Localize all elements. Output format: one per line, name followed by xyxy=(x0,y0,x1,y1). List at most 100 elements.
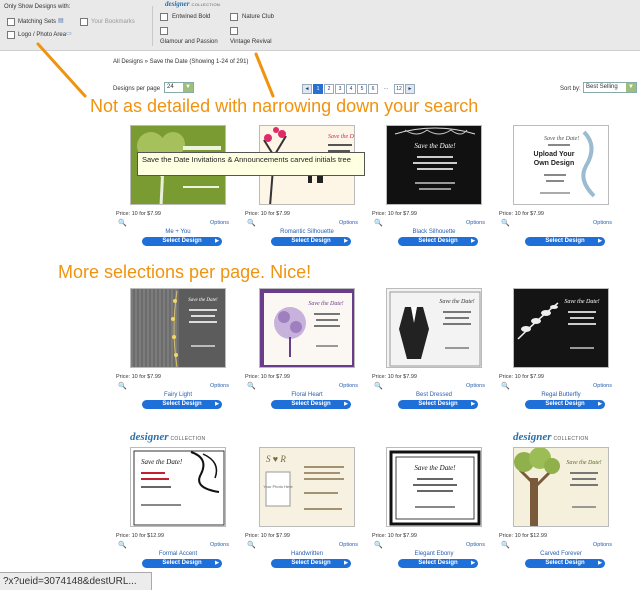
options-link[interactable]: Options xyxy=(210,383,229,389)
design-name-link[interactable]: Black Silhouette xyxy=(386,229,482,235)
design-name-link[interactable]: Elegant Ebony xyxy=(386,551,482,557)
price: Price: 10 for $7.99 xyxy=(116,374,161,380)
zoom-icon[interactable]: 🔍 xyxy=(501,541,510,549)
bookmarks-checkbox[interactable] xyxy=(80,18,88,26)
design-name-link[interactable]: Me + You xyxy=(130,229,226,235)
select-design-button[interactable]: Select Design ▶ xyxy=(271,559,351,568)
select-design-button[interactable]: Select Design ▶ xyxy=(142,237,222,246)
zoom-icon[interactable]: 🔍 xyxy=(501,219,510,227)
zoom-icon[interactable]: 🔍 xyxy=(118,382,127,390)
play-icon: ▶ xyxy=(598,401,602,407)
design-name-link[interactable]: Fairy Light xyxy=(130,392,226,398)
price: Price: 10 for $7.99 xyxy=(372,211,417,217)
select-design-button[interactable]: Select Design ▶ xyxy=(525,559,605,568)
page-2-button[interactable]: 2 xyxy=(324,84,334,94)
options-link[interactable]: Options xyxy=(466,383,485,389)
entwined-bold-checkbox[interactable] xyxy=(160,13,168,21)
options-link[interactable]: Options xyxy=(466,220,485,226)
page-4-button[interactable]: 4 xyxy=(346,84,356,94)
sort-by-select[interactable]: Best Selling ▼ xyxy=(583,82,637,93)
design-thumbnail[interactable]: Save the Date! xyxy=(386,125,482,205)
select-design-button[interactable]: Select Design ▶ xyxy=(525,400,605,409)
annotation-arrow-2 xyxy=(254,52,275,98)
prev-page-button[interactable]: ◄ xyxy=(302,84,312,94)
select-design-button[interactable]: Select Design ▶ xyxy=(271,400,351,409)
options-link[interactable]: Options xyxy=(466,542,485,548)
play-icon: ▶ xyxy=(215,401,219,407)
select-design-button[interactable]: Select Design ▶ xyxy=(398,237,478,246)
options-link[interactable]: Options xyxy=(339,542,358,548)
select-design-button[interactable]: Select Design ▶ xyxy=(142,559,222,568)
play-icon: ▶ xyxy=(344,238,348,244)
design-name-link[interactable]: Regal Butterfly xyxy=(513,392,609,398)
options-link[interactable]: Options xyxy=(210,542,229,548)
play-icon: ▶ xyxy=(471,560,475,566)
logo-photo-area-checkbox[interactable] xyxy=(7,31,15,39)
design-thumbnail[interactable]: Save the Date! Upload Your Own Design xyxy=(513,125,609,205)
design-thumbnail[interactable]: S ♥ R Your Photo Here xyxy=(259,447,355,527)
design-thumbnail[interactable]: Save the Date! xyxy=(513,447,609,527)
zoom-icon[interactable]: 🔍 xyxy=(374,541,383,549)
svg-text:Save the Date!: Save the Date! xyxy=(141,458,183,466)
zoom-icon[interactable]: 🔍 xyxy=(374,382,383,390)
zoom-icon[interactable]: 🔍 xyxy=(374,219,383,227)
design-name-link[interactable]: Best Dressed xyxy=(386,392,482,398)
zoom-icon[interactable]: 🔍 xyxy=(247,219,256,227)
play-icon: ▶ xyxy=(344,401,348,407)
options-link[interactable]: Options xyxy=(593,383,612,389)
options-link[interactable]: Options xyxy=(210,220,229,226)
svg-text:Save the Date!: Save the Date! xyxy=(414,142,456,150)
filter-heading: Only Show Designs with: xyxy=(4,4,71,10)
select-design-button[interactable]: Select Design ▶ xyxy=(525,237,605,246)
price: Price: 10 for $7.99 xyxy=(499,211,544,217)
design-thumbnail[interactable]: Save the Date! xyxy=(130,447,226,527)
annotation-selections: More selections per page. Nice! xyxy=(58,262,312,282)
select-design-button[interactable]: Select Design ▶ xyxy=(271,237,351,246)
svg-text:Save the Date!: Save the Date! xyxy=(564,299,599,305)
matching-sets-checkbox[interactable] xyxy=(7,18,15,26)
page-1-button[interactable]: 1 xyxy=(313,84,323,94)
design-name-link[interactable]: Carved Forever xyxy=(513,551,609,557)
design-name-link[interactable]: Romantic Silhouette xyxy=(259,229,355,235)
page-12-button[interactable]: 12 xyxy=(394,84,404,94)
select-design-button[interactable]: Select Design ▶ xyxy=(142,400,222,409)
svg-text:S ♥ R: S ♥ R xyxy=(266,454,286,464)
design-thumbnail[interactable]: Save the Date! xyxy=(386,288,482,368)
design-name-link[interactable]: Formal Accent xyxy=(130,551,226,557)
design-thumbnail[interactable]: Save the Date! xyxy=(130,288,226,368)
zoom-icon[interactable]: 🔍 xyxy=(247,541,256,549)
page-3-button[interactable]: 3 xyxy=(335,84,345,94)
nature-club-checkbox[interactable] xyxy=(230,13,238,21)
design-thumbnail[interactable]: Save the Date! xyxy=(259,288,355,368)
options-link[interactable]: Options xyxy=(593,542,612,548)
zoom-icon[interactable]: 🔍 xyxy=(118,219,127,227)
options-link[interactable]: Options xyxy=(339,383,358,389)
zoom-icon[interactable]: 🔍 xyxy=(501,382,510,390)
vintage-revival-checkbox[interactable] xyxy=(230,27,238,35)
zoom-icon[interactable]: 🔍 xyxy=(118,541,127,549)
zoom-icon[interactable]: 🔍 xyxy=(247,382,256,390)
price: Price: 10 for $12.99 xyxy=(116,533,165,539)
options-link[interactable]: Options xyxy=(593,220,612,226)
select-design-button[interactable]: Select Design ▶ xyxy=(398,400,478,409)
glamour-passion-checkbox[interactable] xyxy=(160,27,168,35)
entwined-bold-label: Entwined Bold xyxy=(172,14,211,20)
svg-text:Upload Your: Upload Your xyxy=(534,151,575,158)
options-link[interactable]: Options xyxy=(339,220,358,226)
designs-per-page-select[interactable]: 24 ▼ xyxy=(164,82,194,93)
matching-sets-label: Matching Sets xyxy=(18,19,57,25)
design-name-link[interactable]: Handwritten xyxy=(259,551,355,557)
design-thumbnail[interactable]: Save the Date! xyxy=(386,447,482,527)
page-5-button[interactable]: 5 xyxy=(357,84,367,94)
bookmarks-label: Your Bookmarks xyxy=(91,19,135,25)
design-tooltip: Save the Date Invitations & Announcement… xyxy=(137,152,365,176)
page-6-button[interactable]: 6 xyxy=(368,84,378,94)
price: Price: 10 for $7.99 xyxy=(499,374,544,380)
chevron-down-icon: ▼ xyxy=(183,83,193,92)
design-thumbnail[interactable]: Save the Date! xyxy=(513,288,609,368)
design-name-link[interactable]: Floral Heart xyxy=(259,392,355,398)
next-page-button[interactable]: ► xyxy=(405,84,415,94)
svg-text:Save the Date!: Save the Date! xyxy=(566,460,601,466)
select-design-button[interactable]: Select Design ▶ xyxy=(398,559,478,568)
chevron-down-icon: ▼ xyxy=(626,83,636,92)
